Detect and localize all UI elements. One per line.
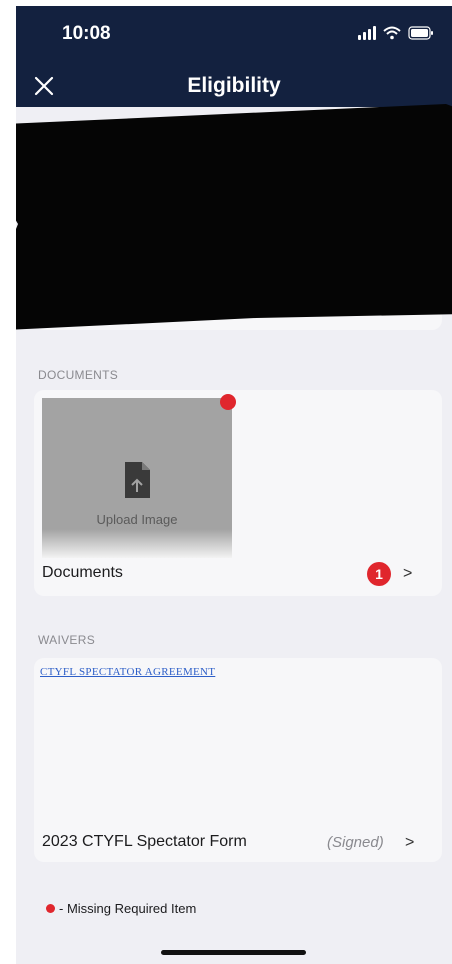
waivers-section-label: WAIVERS [38, 633, 95, 647]
battery-icon [408, 26, 433, 40]
documents-card: Upload Image Documents 1 > [34, 390, 442, 596]
waiver-agreement-link[interactable]: CTYFL SPECTATOR AGREEMENT [40, 666, 215, 678]
status-time: 10:08 [62, 23, 111, 44]
home-indicator [161, 950, 306, 955]
redaction-scribble [16, 104, 452, 330]
waiver-status: (Signed) [327, 834, 384, 851]
missing-indicator-dot [220, 394, 236, 410]
missing-indicator-dot [46, 904, 55, 913]
chevron-right-icon[interactable]: > [405, 834, 414, 852]
upload-image-label: Upload Image [96, 512, 178, 527]
documents-row-label[interactable]: Documents [42, 564, 123, 582]
documents-section-label: DOCUMENTS [38, 368, 119, 382]
upload-image-tile[interactable]: Upload Image [42, 398, 232, 558]
legend-text: - Missing Required Item [59, 901, 197, 916]
legend: - Missing Required Item [46, 901, 196, 916]
page-title: Eligibility [187, 74, 281, 97]
file-upload-icon [125, 462, 150, 498]
app-screen: 10:08 Eligibility DOCUMENTS Upload Image… [16, 6, 452, 964]
chevron-right-icon[interactable]: > [403, 565, 412, 583]
wifi-icon [383, 26, 401, 40]
waivers-card: CTYFL SPECTATOR AGREEMENT 2023 CTYFL Spe… [34, 658, 442, 862]
waiver-form-label[interactable]: 2023 CTYFL Spectator Form [42, 833, 247, 851]
signal-icon [358, 26, 376, 40]
status-icons [358, 26, 434, 40]
documents-count-badge: 1 [367, 562, 391, 586]
nav-header: 10:08 Eligibility [16, 6, 452, 107]
